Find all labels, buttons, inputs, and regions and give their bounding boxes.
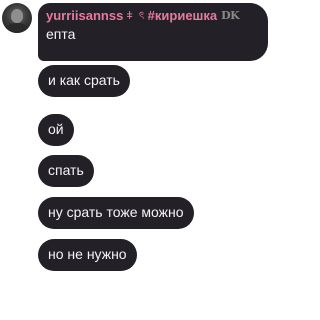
user-tag: #кириешка (147, 8, 218, 23)
badge-icon: DK (221, 9, 240, 22)
message-text: спать (48, 162, 84, 178)
separator-glyph: ǂ (126, 10, 133, 22)
message-text: ну срать тоже можно (48, 204, 184, 220)
avatar-shoulders (5, 23, 29, 33)
message-text: но не нужно (48, 246, 127, 262)
username[interactable]: yurriisannss (46, 8, 123, 24)
separator-glyph-2: ৎ (138, 10, 145, 22)
avatar-face (11, 9, 23, 23)
message-bubble[interactable]: ой (38, 114, 74, 146)
avatar[interactable] (2, 3, 32, 33)
message-bubble[interactable]: но не нужно (38, 239, 137, 271)
message-bubble-first[interactable]: yurriisannss ǂ ৎ #кириешка DK епта (38, 3, 268, 61)
message-header: yurriisannss ǂ ৎ #кириешка DK (46, 8, 260, 24)
message-bubble[interactable]: и как срать (38, 65, 130, 97)
message-text: ой (48, 121, 64, 137)
message-text: епта (46, 26, 76, 42)
message-text: и как срать (48, 72, 120, 88)
message-bubble[interactable]: ну срать тоже можно (38, 197, 194, 229)
message-bubble[interactable]: спать (38, 155, 94, 187)
